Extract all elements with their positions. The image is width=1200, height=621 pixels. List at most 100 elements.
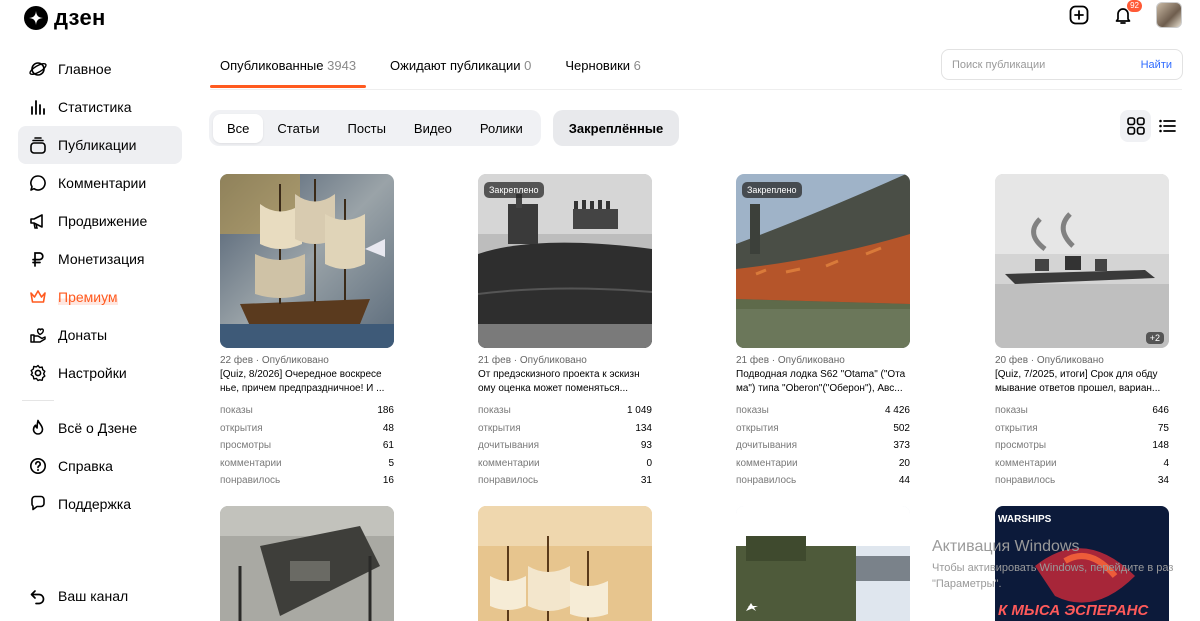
flame-icon	[28, 418, 48, 438]
card-title[interactable]: [Quiz, 7/2025, итоги] Срок для обду мыва…	[995, 368, 1169, 396]
card-thumbnail[interactable]: Закреплено	[736, 174, 910, 348]
stat-row: дочитывания 93	[478, 437, 652, 455]
publication-tabs: Опубликованные 3943 Ожидают публикации 0…	[210, 48, 665, 88]
stat-row: открытия 502	[736, 420, 910, 438]
stat-value: 373	[893, 440, 910, 451]
sidebar-item-label: Продвижение	[58, 213, 148, 229]
logo-icon	[24, 6, 48, 30]
stat-row: понравилось 16	[220, 472, 394, 490]
sidebar-item-label: Главное	[58, 61, 112, 77]
stat-label: понравилось	[478, 475, 539, 486]
grid-view-icon[interactable]	[1120, 110, 1151, 142]
tab-label: Черновики	[565, 58, 631, 73]
tab-count: 3943	[327, 58, 357, 73]
filter-video[interactable]: Видео	[400, 114, 466, 143]
sidebar-item-settings[interactable]: Настройки	[18, 354, 182, 392]
logo[interactable]: дзен	[24, 5, 106, 31]
search-button[interactable]: Найти	[1141, 59, 1172, 71]
stat-row: показы 1 049	[478, 402, 652, 420]
filter-pinned[interactable]: Закреплённые	[553, 110, 679, 146]
card-thumbnail[interactable]	[220, 506, 394, 621]
stat-label: показы	[478, 405, 511, 416]
stat-row: понравилось 44	[736, 472, 910, 490]
card-title[interactable]: [Quiz, 8/2026] Очередное воскресе нье, п…	[220, 368, 394, 396]
card-date-status: 21 фев · Опубликовано	[478, 355, 587, 366]
search-input[interactable]	[952, 58, 1141, 71]
stat-value: 31	[640, 475, 652, 486]
stat-value: 646	[1152, 405, 1169, 416]
sidebar-item-premium[interactable]: Премиум	[18, 278, 182, 316]
filter-articles[interactable]: Статьи	[263, 114, 333, 143]
search-box: Найти	[941, 49, 1183, 80]
card-thumbnail[interactable]: +2	[995, 174, 1169, 348]
stat-value: 4	[1163, 457, 1169, 469]
card-thumbnail[interactable]	[736, 506, 910, 621]
stat-row: просмотры 148	[995, 437, 1169, 455]
stat-label: просмотры	[995, 440, 1047, 451]
sidebar-divider	[22, 400, 54, 401]
stat-value: 75	[1157, 422, 1169, 434]
list-view-icon[interactable]	[1151, 110, 1182, 142]
tab-drafts[interactable]: Черновики 6	[555, 48, 651, 86]
sidebar-item-label: Комментарии	[58, 175, 147, 191]
back-arrow-icon	[28, 586, 48, 606]
tab-label: Ожидают публикации	[390, 58, 521, 73]
sidebar-item-about[interactable]: Всё о Дзене	[18, 409, 182, 447]
sidebar-item-publications[interactable]: Публикации	[18, 126, 182, 164]
sidebar-item-help[interactable]: Справка	[18, 447, 182, 485]
tabs-divider	[210, 89, 1182, 90]
filter-posts[interactable]: Посты	[334, 114, 400, 143]
sidebar-item-monetization[interactable]: Монетизация	[18, 240, 182, 278]
sidebar-channel: Ваш канал	[18, 577, 128, 615]
tab-scheduled[interactable]: Ожидают публикации 0	[380, 48, 541, 86]
sidebar-item-main[interactable]: Главное	[18, 50, 182, 88]
stat-label: дочитывания	[478, 440, 540, 451]
notification-count-badge: 92	[1127, 0, 1142, 12]
stat-value: 34	[1157, 475, 1169, 486]
card-thumbnail[interactable]: Закреплено	[478, 174, 652, 348]
card-thumbnail[interactable]	[478, 506, 652, 621]
card-thumbnail[interactable]	[220, 174, 394, 348]
publication-card[interactable]: 22 фев · Опубликовано [Quiz, 8/2026] Оче…	[220, 174, 394, 490]
stat-value: 186	[377, 405, 394, 416]
sidebar-item-label: Настройки	[58, 365, 127, 381]
publication-card[interactable]: +2 20 фев · Опубликовано [Quiz, 7/2025, …	[995, 174, 1169, 490]
watermark-line: Чтобы активировать Windows, перейдите в …	[932, 562, 1174, 574]
stat-row: просмотры 61	[220, 437, 394, 455]
publication-card[interactable]: Закреплено 21 фев · Опубликовано Подводн…	[736, 174, 910, 490]
tab-count: 6	[633, 58, 641, 73]
sidebar-item-your-channel[interactable]: Ваш канал	[18, 577, 128, 615]
avatar[interactable]	[1156, 2, 1182, 28]
megaphone-icon	[28, 211, 48, 231]
stack-icon	[28, 135, 48, 155]
add-icon[interactable]	[1068, 4, 1090, 26]
crown-icon	[28, 287, 48, 307]
sidebar-item-donations[interactable]: Донаты	[18, 316, 182, 354]
question-icon	[28, 456, 48, 476]
stat-label: комментарии	[995, 457, 1057, 469]
more-images-badge: +2	[1145, 332, 1164, 344]
sidebar-item-statistics[interactable]: Статистика	[18, 88, 182, 126]
filter-all[interactable]: Все	[213, 113, 264, 143]
sidebar-item-promotion[interactable]: Продвижение	[18, 202, 182, 240]
card-title[interactable]: От предэскизного проекта к эскизн ому оц…	[478, 368, 652, 396]
stat-label: открытия	[995, 422, 1038, 434]
stat-value: 48	[382, 422, 394, 434]
stat-value: 61	[382, 440, 394, 451]
stat-row: понравилось 31	[478, 472, 652, 490]
card-stats: показы 4 426 открытия 502 дочитывания 373 к…	[736, 402, 910, 490]
stat-row: комментарии 4	[995, 455, 1169, 473]
sidebar-item-comments[interactable]: Комментарии	[18, 164, 182, 202]
filter-shorts[interactable]: Ролики	[466, 114, 537, 143]
sidebar-item-label: Поддержка	[58, 496, 132, 512]
card-title[interactable]: Подводная лодка S62 "Otama" ("Ота ма") т…	[736, 368, 910, 396]
stat-row: показы 186	[220, 402, 394, 420]
tab-published[interactable]: Опубликованные 3943	[210, 48, 367, 88]
stat-label: показы	[995, 405, 1028, 416]
sidebar-item-support[interactable]: Поддержка	[18, 485, 182, 523]
thumbnail-caption: WARSHIPS	[998, 514, 1052, 525]
bell-icon[interactable]: 92	[1112, 0, 1142, 26]
logo-text: дзен	[54, 5, 106, 30]
stat-value: 44	[898, 475, 910, 486]
publication-card[interactable]: Закреплено 21 фев · Опубликовано От пред…	[478, 174, 652, 490]
